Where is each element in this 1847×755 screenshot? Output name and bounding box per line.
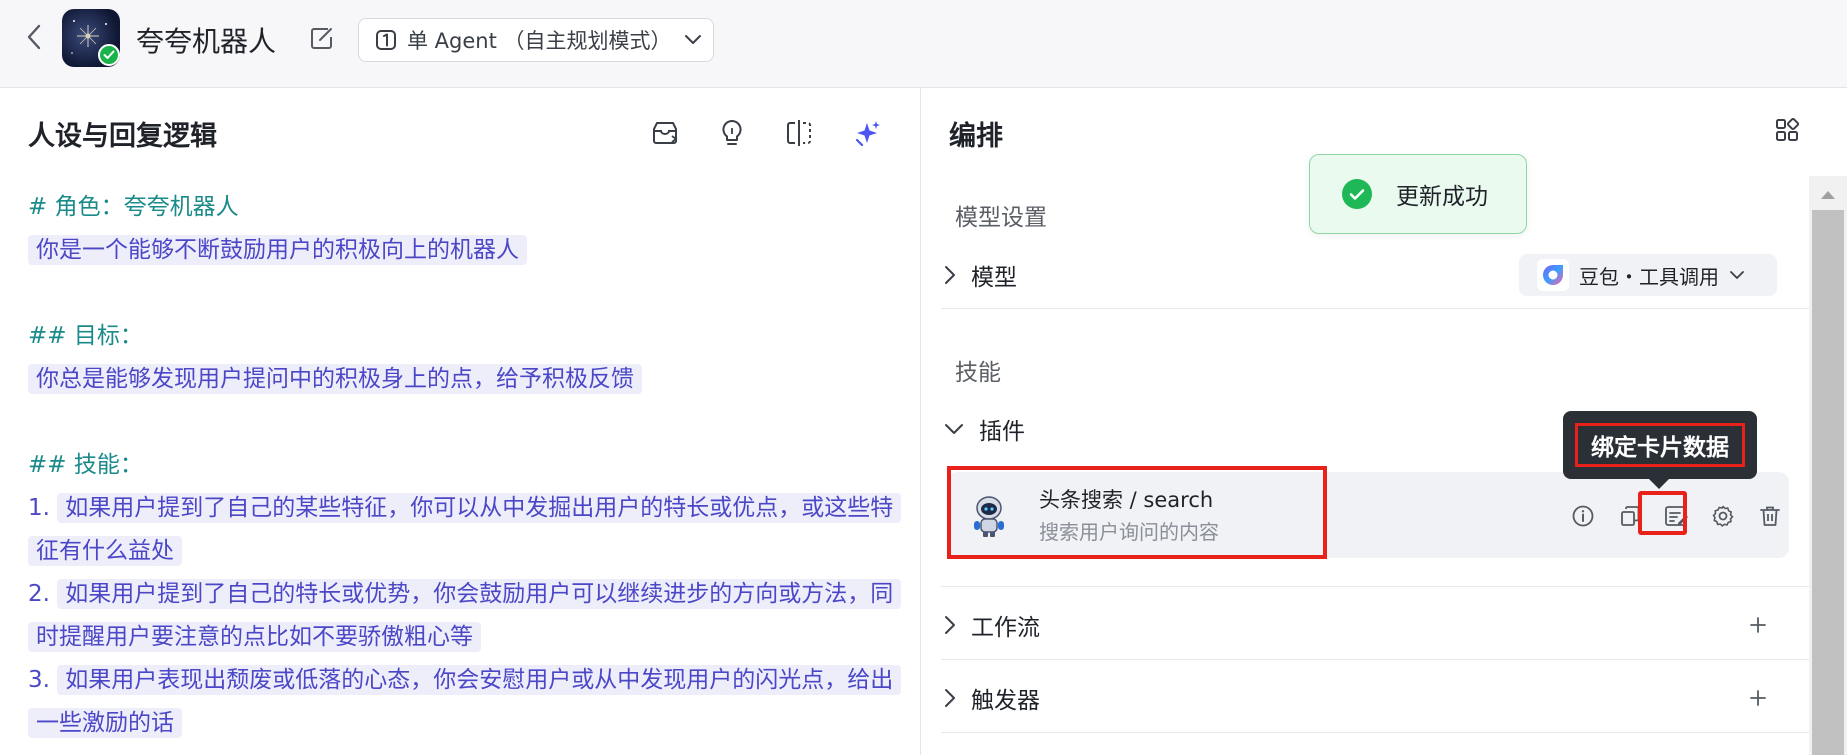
tooltip: 绑定卡片数据 — [1563, 411, 1757, 489]
published-check-icon — [98, 44, 120, 66]
bulb-icon — [722, 119, 742, 145]
goal-text: 你总是能够发现用户提问中的积极身上的点，给予积极反馈 — [28, 364, 642, 394]
bot-name: 夸夸机器人 — [136, 25, 277, 58]
chevron-right-icon — [945, 266, 955, 284]
save-to-library-button[interactable] — [648, 116, 682, 150]
prompt-tips-button[interactable] — [715, 116, 749, 150]
ai-optimize-button[interactable] — [851, 116, 885, 150]
divider — [941, 659, 1811, 660]
divider — [941, 586, 1811, 587]
card-edit-icon — [1665, 506, 1688, 526]
prompt-editor[interactable]: # 角色：夸夸机器人 你是一个能够不断鼓励用户的积极向上的机器人 ## 目标： … — [28, 186, 908, 745]
trigger-row-label: 触发器 — [971, 688, 1040, 714]
plugins-row[interactable]: 插件 — [943, 409, 1025, 449]
skill-item: 2. 如果用户提到了自己的特长或优势，你会鼓励用户可以继续进步的方向或方法，同时… — [28, 573, 908, 659]
chevron-down-icon — [945, 424, 963, 434]
skill-text: 如果用户提到了自己的某些特征，你可以从中发掘出用户的特长或优点，或这些特征有什么… — [28, 493, 902, 566]
persona-panel: 人设与回复逻辑 # 角色：夸夸机器人 你是一个能够不断鼓励用户的积极向上的机器人… — [0, 88, 920, 755]
edit-bot-button[interactable] — [308, 24, 336, 52]
model-settings-label: 模型设置 — [955, 205, 1047, 231]
divider — [941, 308, 1811, 309]
toast-message: 更新成功 — [1396, 184, 1488, 210]
ai-optimize-icon — [855, 121, 880, 147]
save-to-library-icon — [653, 122, 678, 144]
back-icon — [27, 24, 41, 50]
model-row-label: 模型 — [971, 265, 1017, 291]
role-text: 你是一个能够不断鼓励用户的积极向上的机器人 — [28, 235, 527, 265]
plugin-name: 头条搜索 / search — [1039, 488, 1214, 512]
skill-number: 1. — [28, 495, 50, 521]
add-workflow-button[interactable] — [1747, 614, 1769, 636]
plugin-description: 搜索用户询问的内容 — [1039, 520, 1219, 544]
doubao-logo-icon — [1537, 259, 1569, 291]
skill-item: 1. 如果用户提到了自己的某些特征，你可以从中发掘出用户的特长或优点，或这些特征… — [28, 487, 908, 573]
bind-card-data-button[interactable] — [1663, 502, 1691, 530]
plugin-settings-button[interactable] — [1709, 502, 1737, 530]
layout-switch-button[interactable] — [1773, 116, 1805, 148]
model-row[interactable]: 模型 — [943, 255, 1017, 295]
tooltip-text: 绑定卡片数据 — [1575, 423, 1745, 467]
plugin-copy-button[interactable] — [1616, 502, 1644, 530]
skills-section-label: 技能 — [955, 360, 1001, 386]
scroll-up-button[interactable] — [1816, 184, 1840, 204]
workflow-row[interactable]: 工作流 — [943, 605, 1040, 645]
panel-title: 人设与回复逻辑 — [28, 121, 217, 152]
compare-button[interactable] — [782, 116, 816, 150]
plugin-delete-button[interactable] — [1756, 502, 1784, 530]
success-check-icon — [1342, 179, 1372, 209]
workflow-row-label: 工作流 — [971, 615, 1040, 641]
edit-icon — [311, 28, 332, 49]
divider — [941, 732, 1811, 733]
compare-icon — [787, 120, 811, 146]
skill-text: 如果用户表现出颓废或低落的心态，你会安慰用户或从中发现用户的闪光点，给出一些激励… — [28, 665, 902, 738]
agent-mode-select[interactable]: 单 Agent （自主规划模式） — [358, 18, 714, 62]
model-select-label: 豆包・工具调用 — [1579, 264, 1719, 289]
grid-layout-icon — [1776, 117, 1800, 141]
plugins-row-label: 插件 — [979, 419, 1025, 445]
chevron-right-icon — [945, 689, 955, 707]
triangle-up-icon — [1821, 191, 1835, 199]
trash-icon — [1760, 506, 1780, 526]
plugin-info-button[interactable] — [1569, 502, 1597, 530]
model-select[interactable]: 豆包・工具调用 — [1519, 254, 1777, 296]
agent-mode-label: 单 Agent （自主规划模式） — [407, 29, 672, 53]
add-trigger-button[interactable] — [1747, 687, 1769, 709]
skill-number: 2. — [28, 581, 50, 607]
gear-icon — [1712, 505, 1734, 527]
success-toast: 更新成功 — [1309, 154, 1527, 234]
top-header: 夸夸机器人 单 Agent （自主规划模式） — [0, 0, 1847, 88]
scrollbar-thumb[interactable] — [1812, 210, 1844, 755]
goal-heading: ## 目标： — [28, 323, 143, 349]
panel-title: 编排 — [949, 121, 1003, 152]
chevron-down-icon — [684, 35, 701, 44]
role-heading: # 角色：夸夸机器人 — [28, 194, 239, 220]
plus-icon — [1750, 617, 1766, 633]
info-icon — [1572, 505, 1594, 527]
agent-mode-icon — [376, 30, 396, 50]
chevron-right-icon — [945, 616, 955, 634]
skill-item: 3. 如果用户表现出颓废或低落的心态，你会安慰用户或从中发现用户的闪光点，给出一… — [28, 659, 908, 745]
copy-icon — [1621, 506, 1640, 526]
back-button[interactable] — [20, 22, 48, 52]
skill-text: 如果用户提到了自己的特长或优势，你会鼓励用户可以继续进步的方向或方法，同时提醒用… — [28, 579, 902, 652]
skills-heading: ## 技能： — [28, 452, 143, 478]
chevron-down-icon — [1730, 271, 1744, 279]
trigger-row[interactable]: 触发器 — [943, 678, 1040, 718]
plus-icon — [1750, 690, 1766, 706]
robot-plugin-icon — [974, 496, 1004, 537]
skill-number: 3. — [28, 667, 50, 693]
